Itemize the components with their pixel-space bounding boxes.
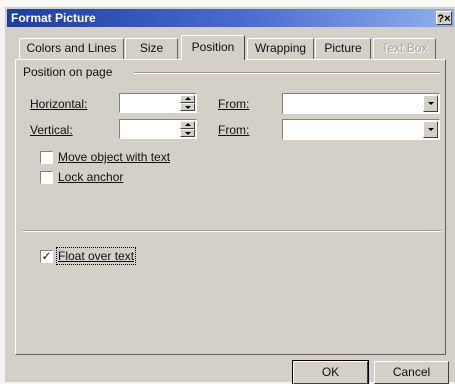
arrow-up-icon <box>185 97 191 100</box>
tab-position[interactable]: Position <box>181 35 245 60</box>
title-bar: Format Picture ?× <box>7 9 454 27</box>
horizontal-label-text: Horizontal: <box>30 97 88 111</box>
float-over-text-label-text: Float over text <box>58 249 135 263</box>
tab-label: Text Box <box>381 41 428 55</box>
move-with-text-checkbox[interactable] <box>40 151 53 164</box>
arrow-down-icon <box>185 132 191 135</box>
from-label-text: From: <box>218 123 250 137</box>
tab-picture[interactable]: Picture <box>315 38 371 59</box>
group-divider-bottom <box>23 230 441 232</box>
vertical-label: Vertical: <box>30 123 73 137</box>
position-tab-panel: Position on page Horizontal: From: Verti… <box>15 59 446 355</box>
lock-anchor-label[interactable]: Lock anchor <box>58 170 123 184</box>
lock-anchor-checkbox[interactable] <box>40 171 53 184</box>
from-horizontal-dropdown-button[interactable] <box>423 95 438 112</box>
arrow-down-icon <box>185 106 191 109</box>
tab-size[interactable]: Size <box>125 38 178 59</box>
horizontal-label: Horizontal: <box>30 97 87 111</box>
cancel-button[interactable]: Cancel <box>374 361 449 384</box>
vertical-spinner[interactable] <box>119 119 197 139</box>
tab-label: Size <box>139 41 164 55</box>
chevron-down-icon <box>428 128 434 131</box>
from-label-text: From: <box>218 97 250 111</box>
vertical-label-text: Vertical: <box>30 123 73 137</box>
from-label-vertical: From: <box>218 123 249 137</box>
ok-button-label: OK <box>321 365 340 379</box>
chevron-down-icon <box>428 102 434 105</box>
float-over-text-checkbox[interactable]: ✓ <box>40 250 53 263</box>
horizontal-down-button[interactable] <box>180 103 195 111</box>
vertical-down-button[interactable] <box>180 129 195 137</box>
tab-label: Position <box>191 40 235 54</box>
dialog-title: Format Picture <box>11 11 96 25</box>
vertical-up-button[interactable] <box>180 121 195 129</box>
from-horizontal-select[interactable] <box>282 93 440 114</box>
check-mark-icon: ✓ <box>41 249 52 263</box>
ok-button[interactable]: OK <box>293 361 368 384</box>
vertical-spin-buttons <box>180 121 195 137</box>
help-button[interactable]: ?× <box>436 11 452 25</box>
tab-text-box: Text Box <box>373 38 436 59</box>
help-icon: ?× <box>437 13 451 25</box>
group-divider-top <box>134 72 440 74</box>
group-title-position-on-page: Position on page <box>23 65 113 79</box>
move-with-text-label-text: Move object with text <box>58 150 171 164</box>
horizontal-up-button[interactable] <box>180 95 195 103</box>
from-vertical-select[interactable] <box>282 119 440 140</box>
tab-label: Picture <box>324 41 362 55</box>
tab-wrapping[interactable]: Wrapping <box>247 38 314 59</box>
tab-colors-and-lines[interactable]: Colors and Lines <box>19 38 124 59</box>
from-vertical-dropdown-button[interactable] <box>423 121 438 138</box>
tab-label: Colors and Lines <box>26 41 117 55</box>
lock-anchor-label-text: Lock anchor <box>58 170 124 184</box>
horizontal-spin-buttons <box>180 95 195 111</box>
float-over-text-label[interactable]: Float over text <box>55 247 137 265</box>
format-picture-dialog: Format Picture ?× Colors and Lines Size … <box>4 6 455 384</box>
move-with-text-label[interactable]: Move object with text <box>58 150 170 164</box>
arrow-up-icon <box>185 123 191 126</box>
from-label-horizontal: From: <box>218 97 249 111</box>
cancel-button-label: Cancel <box>392 365 431 379</box>
horizontal-spinner[interactable] <box>119 93 197 113</box>
tab-label: Wrapping <box>254 41 307 55</box>
